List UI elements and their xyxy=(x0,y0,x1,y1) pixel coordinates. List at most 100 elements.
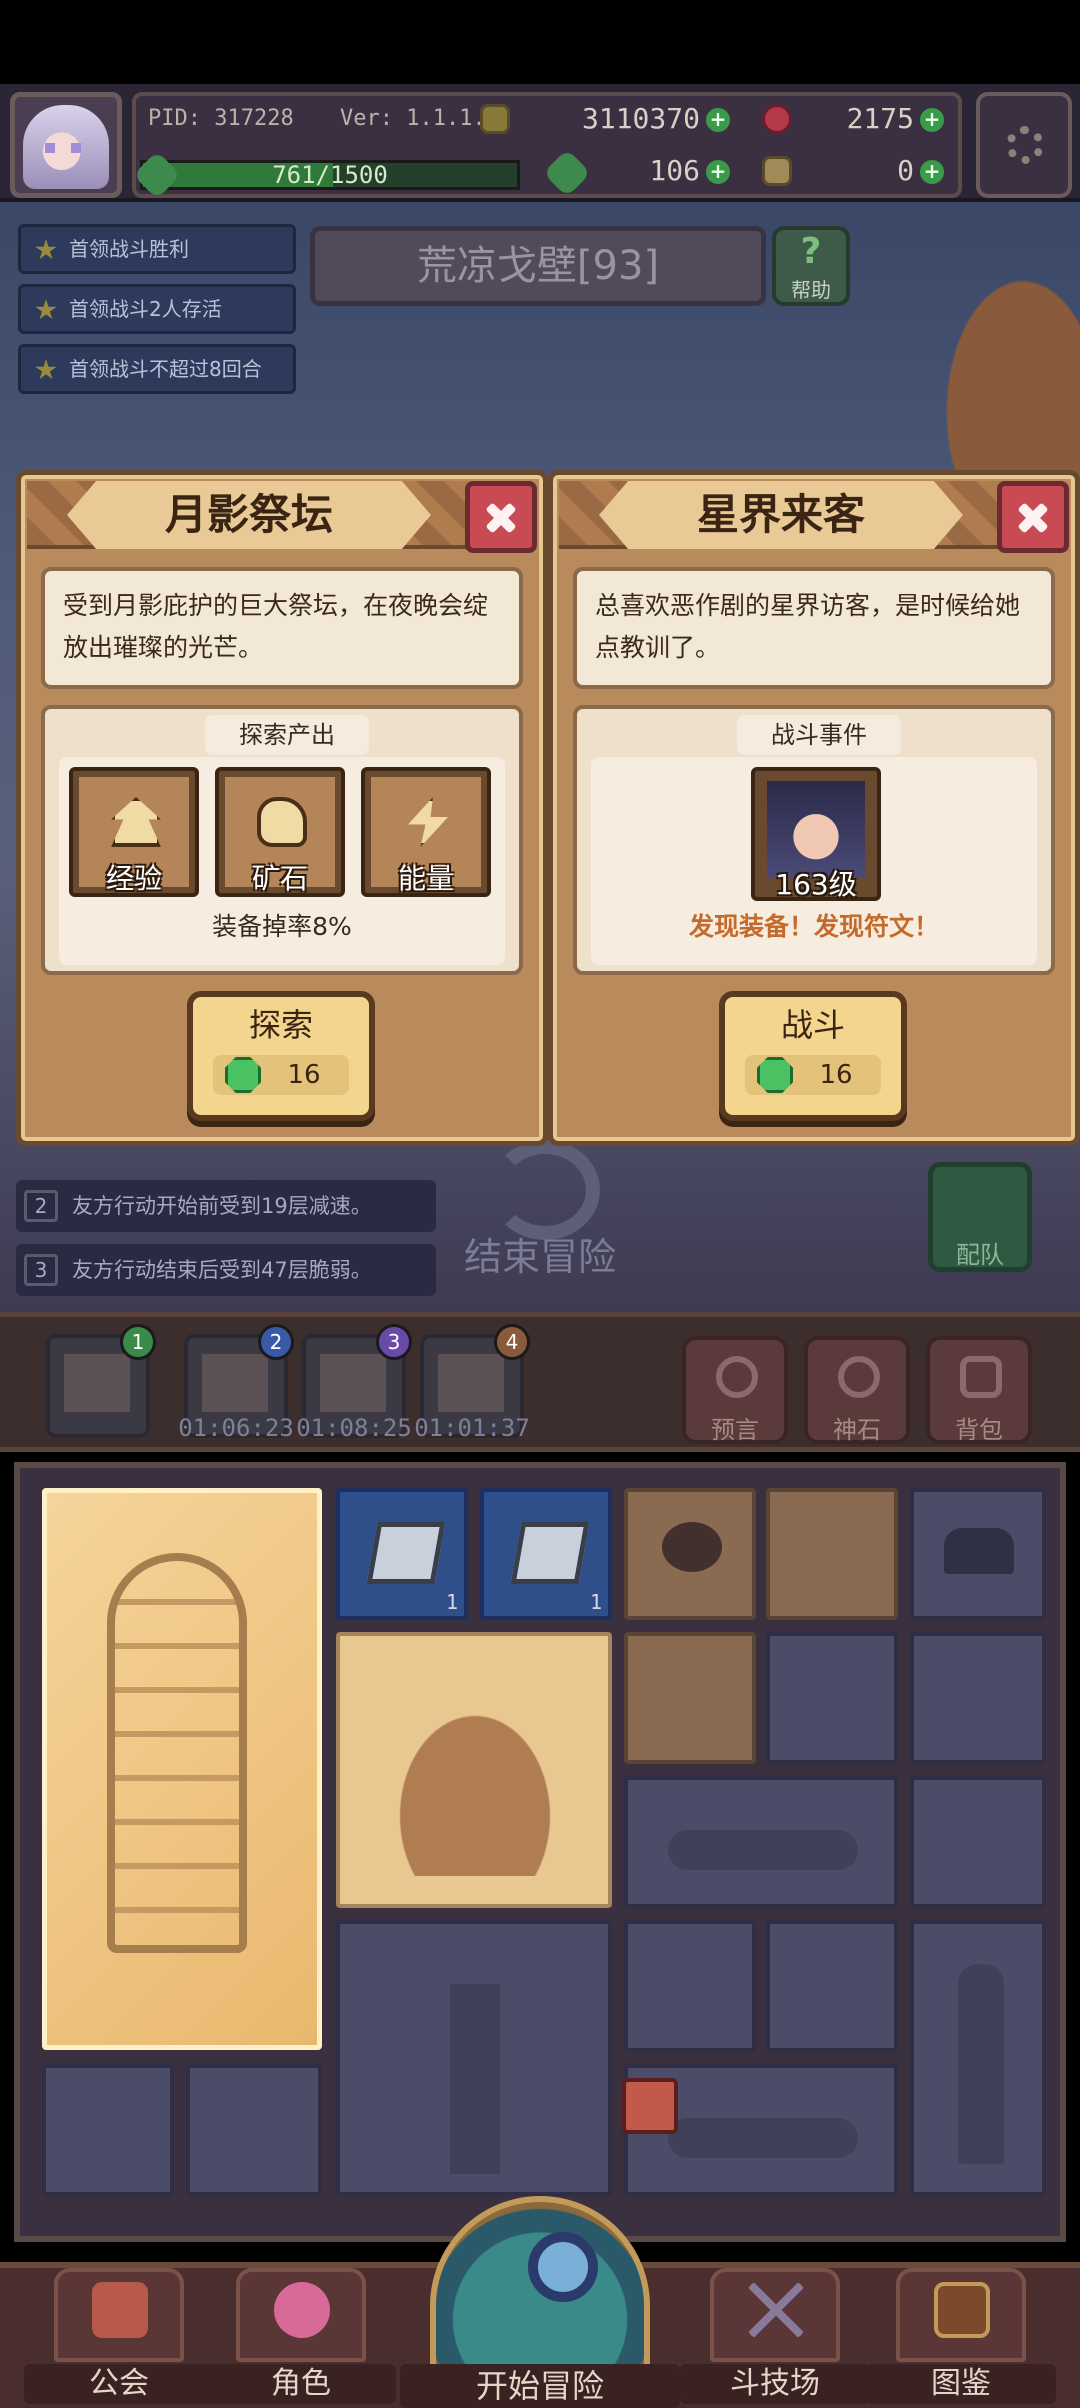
guild-icon xyxy=(92,2282,148,2338)
star-icon xyxy=(35,359,57,380)
queue-slot[interactable]: 1 xyxy=(46,1324,156,1438)
inventory-cell[interactable] xyxy=(624,1920,756,2052)
team-button[interactable]: 配队 xyxy=(928,1162,1032,1272)
inventory-cell[interactable] xyxy=(42,2064,174,2196)
enemy-portrait[interactable]: 163级 xyxy=(751,767,881,901)
nav-guild[interactable]: 公会 xyxy=(24,2262,214,2408)
inventory-cell[interactable]: 1 xyxy=(336,1488,468,1620)
gold-add-button[interactable]: + xyxy=(706,108,730,132)
enemy-level: 163级 xyxy=(775,868,857,901)
chest-icon xyxy=(944,1528,1014,1574)
inventory-cell[interactable] xyxy=(766,1632,898,1764)
nav-frame xyxy=(710,2268,840,2362)
queue-thumbnail xyxy=(320,1354,386,1412)
character-icon xyxy=(274,2282,330,2338)
explore-label: 探索 xyxy=(248,1006,313,1044)
close-button[interactable] xyxy=(997,481,1069,553)
quest-item: 首领战斗胜利 xyxy=(18,224,296,274)
stone-block-icon xyxy=(366,1522,446,1584)
inventory-cell[interactable] xyxy=(624,1632,756,1764)
inventory-cell[interactable] xyxy=(910,1776,1046,1908)
inventory-cell[interactable] xyxy=(766,1488,898,1620)
gold-coin-icon xyxy=(480,104,510,134)
inventory-cell[interactable] xyxy=(186,2064,322,2196)
avatar-portrait xyxy=(23,105,109,189)
quest-item: 首领战斗不超过8回合 xyxy=(18,344,296,394)
queue-timer: 01:01:37 xyxy=(414,1414,530,1442)
reward-text: 发现装备！发现符文！ xyxy=(688,912,939,941)
section-label: 战斗事件 xyxy=(737,715,901,755)
key-icon xyxy=(762,156,792,186)
key-add-button[interactable]: + xyxy=(920,160,944,184)
tool-label: 背包 xyxy=(955,1416,1003,1444)
tool-label: 预言 xyxy=(711,1416,759,1444)
nav-character[interactable]: 角色 xyxy=(206,2262,396,2408)
crystal-ball-icon xyxy=(716,1356,758,1398)
backpack-button[interactable]: 背包 xyxy=(926,1336,1032,1444)
star-icon xyxy=(35,299,57,320)
queue-thumbnail xyxy=(64,1354,130,1412)
inventory-cell-log[interactable] xyxy=(624,1776,898,1908)
card-title: 星界来客 xyxy=(599,481,963,549)
region-title: 荒凉戈壁[93] xyxy=(310,226,766,306)
inventory-cell-tree[interactable] xyxy=(336,1920,612,2196)
cost-pill: 16 xyxy=(745,1055,881,1095)
product-item[interactable]: 能量 xyxy=(361,767,491,897)
arrow-up-icon xyxy=(111,797,161,847)
inventory-cell-statue[interactable] xyxy=(910,1920,1046,2196)
green-gem-icon xyxy=(225,1057,261,1093)
xp-bar: 761/1500 xyxy=(140,160,520,190)
globe-frame xyxy=(430,2196,650,2376)
cost-amount: 16 xyxy=(819,1060,853,1090)
explore-output-box: 探索产出 经验 矿石 能量 装备掉率8% xyxy=(41,705,523,975)
lightning-icon xyxy=(408,797,448,847)
player-avatar[interactable] xyxy=(10,92,122,198)
xp-text: 761/1500 xyxy=(272,161,388,189)
settings-button[interactable] xyxy=(976,92,1072,198)
inventory-cell[interactable] xyxy=(624,1488,756,1620)
inventory-cell[interactable] xyxy=(910,1632,1046,1764)
nav-label: 斗技场 xyxy=(680,2364,870,2404)
prophecy-button[interactable]: 预言 xyxy=(682,1336,788,1444)
gear-icon xyxy=(1006,126,1044,164)
nav-start-adventure[interactable]: 开始冒险 xyxy=(400,2196,680,2408)
queue-band xyxy=(0,1312,1080,1452)
log-text: 友方行动开始前受到19层减速。 xyxy=(72,1194,372,1218)
clover-add-button[interactable]: + xyxy=(706,160,730,184)
ruby-add-button[interactable]: + xyxy=(920,108,944,132)
help-button[interactable]: ? 帮助 xyxy=(772,226,850,306)
end-adventure-button[interactable]: 结束冒险 xyxy=(450,1130,630,1300)
close-button[interactable] xyxy=(465,481,537,553)
product-item[interactable]: 矿石 xyxy=(215,767,345,897)
inventory-cell[interactable] xyxy=(766,1920,898,2052)
ruby-icon xyxy=(762,104,792,134)
altar-pillar-image xyxy=(107,1553,247,1953)
nav-label: 公会 xyxy=(24,2364,214,2404)
green-gem-icon xyxy=(757,1057,793,1093)
explore-button[interactable]: 探索 16 xyxy=(187,991,375,1121)
battle-event-box: 战斗事件 163级 发现装备！发现符文！ xyxy=(573,705,1055,975)
log-icon xyxy=(668,2118,858,2158)
product-label: 能量 xyxy=(397,862,454,895)
battle-label: 战斗 xyxy=(780,1006,845,1044)
card-header: 月影祭坛 xyxy=(27,481,471,549)
event-card-moon-altar: 月影祭坛 受到月影庇护的巨大祭坛，在夜晚会绽放出璀璨的光芒。 探索产出 经验 矿… xyxy=(16,470,548,1146)
product-item[interactable]: 经验 xyxy=(69,767,199,897)
nav-arena[interactable]: 斗技场 xyxy=(680,2262,870,2408)
inventory-cell[interactable]: 1 xyxy=(480,1488,612,1620)
status-area xyxy=(0,0,1080,84)
product-list: 经验 矿石 能量 装备掉率8% xyxy=(59,757,505,965)
question-icon: ? xyxy=(800,231,822,272)
divine-stone-button[interactable]: 神石 xyxy=(804,1336,910,1444)
inventory-cell-mound[interactable] xyxy=(336,1632,612,1908)
card-title: 月影祭坛 xyxy=(67,481,431,549)
battle-button[interactable]: 战斗 16 xyxy=(719,991,907,1121)
stone-block-icon xyxy=(510,1522,590,1584)
stone-icon xyxy=(838,1356,880,1398)
inventory-cell-selected-altar[interactable] xyxy=(42,1488,322,2050)
pid-text: PID: 317228 xyxy=(148,106,294,131)
cost-amount: 16 xyxy=(287,1060,321,1090)
inventory-cell[interactable] xyxy=(910,1488,1046,1620)
quest-item: 首领战斗2人存活 xyxy=(18,284,296,334)
nav-codex[interactable]: 图鉴 xyxy=(866,2262,1056,2408)
